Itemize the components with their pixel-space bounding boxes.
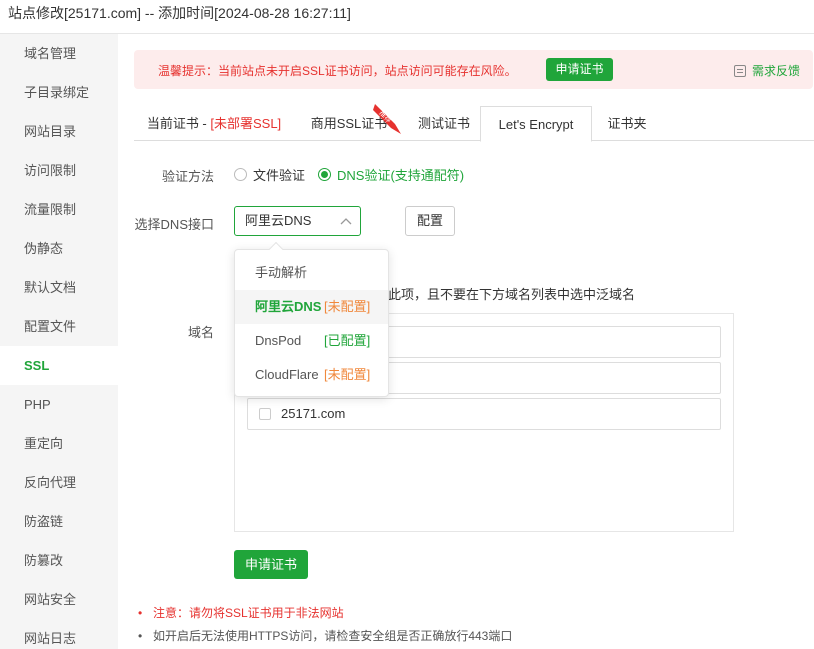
radio-file-verify-label: 文件验证 <box>253 168 306 183</box>
domain-name: 25171.com <box>281 406 346 421</box>
sidebar-item-traffic-limit[interactable]: 流量限制 <box>0 190 118 229</box>
radio-dns-verify-label: DNS验证(支持通配符) <box>337 168 465 183</box>
sidebar-item-subdir[interactable]: 子目录绑定 <box>0 73 118 112</box>
sidebar-item-config-file[interactable]: 配置文件 <box>0 307 118 346</box>
notes-list: 注意：请勿将SSL证书用于非法网站 如开启后无法使用HTTPS访问，请检查安全组… <box>138 606 512 649</box>
note-item: 如开启后无法使用HTTPS访问，请检查安全组是否正确放行443端口 <box>138 629 512 649</box>
tab-cert-folder[interactable]: 证书夹 <box>592 106 662 141</box>
apply-cert-button-top[interactable]: 申请证书 <box>546 58 613 81</box>
tab-letsencrypt[interactable]: Let's Encrypt <box>480 106 592 142</box>
dns-select-value: 阿里云DNS <box>245 213 312 228</box>
sidebar-item-site-log[interactable]: 网站日志 <box>0 619 118 649</box>
sidebar-item-reverse-proxy[interactable]: 反向代理 <box>0 463 118 502</box>
sidebar-item-hotlink[interactable]: 防盗链 <box>0 502 118 541</box>
domain-row[interactable]: 25171.com <box>247 398 721 430</box>
ssl-warning-banner: 温馨提示：当前站点未开启SSL证书访问，站点访问可能存在风险。 申请证书 需求反… <box>134 50 813 89</box>
dns-option-name: DnsPod <box>255 333 302 348</box>
sidebar-item-ssl[interactable]: SSL <box>0 346 118 385</box>
dns-select[interactable]: 阿里云DNS <box>234 206 361 236</box>
dns-dropdown-menu: 手动解析 阿里云DNS [未配置] DnsPod [已配置] CloudFlare[… <box>234 241 389 397</box>
sidebar-item-domain[interactable]: 域名管理 <box>0 34 118 73</box>
note-item: 注意：请勿将SSL证书用于非法网站 <box>138 606 512 629</box>
sidebar-item-php[interactable]: PHP <box>0 385 118 424</box>
dns-option-name: 阿里云DNS <box>255 299 322 314</box>
tab-current-cert[interactable]: 当前证书 - [未部署SSL] <box>134 106 294 141</box>
warning-text: 温馨提示：当前站点未开启SSL证书访问，站点访问可能存在风险。 <box>158 64 517 78</box>
config-button[interactable]: 配置 <box>405 206 455 236</box>
recommend-ribbon: 推荐 <box>373 104 401 134</box>
dns-option-name: 手动解析 <box>255 265 308 280</box>
sidebar-item-site-security[interactable]: 网站安全 <box>0 580 118 619</box>
sidebar-item-redirect[interactable]: 重定向 <box>0 424 118 463</box>
ssl-panel: 温馨提示：当前站点未开启SSL证书访问，站点访问可能存在风险。 申请证书 需求反… <box>118 34 814 649</box>
wildcard-hint: 此项，且不要在下方域名列表中选中泛域名 <box>388 287 636 302</box>
verify-method-label: 验证方法 <box>161 169 214 184</box>
feedback-label: 需求反馈 <box>752 64 801 78</box>
dropdown-caret <box>268 241 284 257</box>
dns-option-manual[interactable]: 手动解析 <box>235 256 388 290</box>
chevron-up-icon <box>340 218 352 225</box>
radio-dns-verify[interactable]: DNS验证(支持通配符) <box>318 165 464 184</box>
window-title: 站点修改[25171.com] -- 添加时间[2024-08-28 16:27… <box>0 0 814 34</box>
radio-dot <box>234 168 247 181</box>
dns-option-aliyun[interactable]: 阿里云DNS [未配置] <box>235 290 388 324</box>
edit-icon <box>734 65 746 77</box>
radio-dot <box>318 168 331 181</box>
radio-file-verify[interactable]: 文件验证 <box>234 165 305 184</box>
tab-current-cert-label: 当前证书 - <box>146 116 211 131</box>
sidebar-item-site-dir[interactable]: 网站目录 <box>0 112 118 151</box>
sidebar-item-default-doc[interactable]: 默认文档 <box>0 268 118 307</box>
dns-option-status: [未配置] <box>324 299 371 314</box>
dns-interface-label: 选择DNS接口 <box>134 217 214 232</box>
sidebar-item-rewrite[interactable]: 伪静态 <box>0 229 118 268</box>
feedback-link[interactable]: 需求反馈 <box>734 62 800 79</box>
dns-option-name: CloudFlare <box>255 367 319 382</box>
dns-option-status: [已配置] <box>324 333 371 348</box>
apply-cert-button[interactable]: 申请证书 <box>234 550 308 579</box>
domain-label: 域名 <box>187 325 214 340</box>
dns-option-cloudflare[interactable]: CloudFlare [未配置] <box>235 358 388 392</box>
dns-option-status: [未配置] <box>324 367 371 382</box>
sidebar-item-access-limit[interactable]: 访问限制 <box>0 151 118 190</box>
dns-option-dnspod[interactable]: DnsPod [已配置] <box>235 324 388 358</box>
sidebar-item-tamper[interactable]: 防篡改 <box>0 541 118 580</box>
tab-test-cert[interactable]: 测试证书 <box>404 106 484 141</box>
checkbox[interactable] <box>259 408 271 420</box>
sidebar: 域名管理 子目录绑定 网站目录 访问限制 流量限制 伪静态 默认文档 配置文件 … <box>0 34 118 649</box>
tab-current-cert-status: [未部署SSL] <box>210 116 282 131</box>
cert-tabs: 当前证书 - [未部署SSL] 商用SSL证书 测试证书 Let's Encry… <box>134 106 814 142</box>
